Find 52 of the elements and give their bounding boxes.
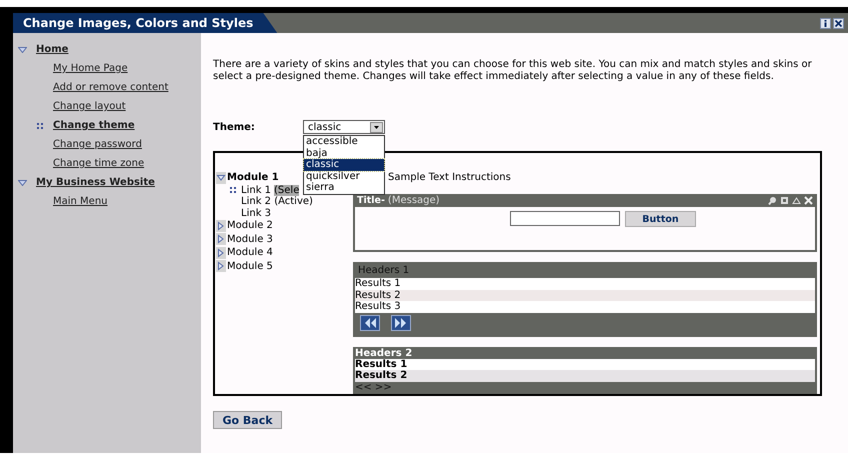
text-field[interactable] (510, 211, 620, 226)
sidebar-link[interactable]: Home (36, 44, 68, 55)
window-title: Change Images, Colors and Styles (13, 13, 278, 33)
next-page-icon[interactable] (391, 314, 411, 330)
tree-item[interactable]: Module 5 (227, 260, 273, 272)
close-icon[interactable] (833, 18, 844, 28)
button[interactable]: Button (625, 211, 696, 227)
collapsed-arrow-icon[interactable] (216, 246, 226, 259)
collapsed-arrow-icon[interactable] (216, 220, 226, 232)
collapsed-arrow-icon[interactable] (216, 233, 226, 246)
table-cell: Results 3 (355, 301, 815, 312)
dropdown-option[interactable]: sierra (304, 182, 384, 194)
tree-item[interactable]: Module 3 (227, 234, 273, 245)
tree-item[interactable]: Module 2 (227, 220, 273, 232)
tree-link[interactable]: Link 2 (Active) (241, 196, 313, 208)
dropdown-option[interactable]: quicksilver (304, 170, 384, 182)
tree-link[interactable]: Link 1 (241, 184, 272, 196)
expanded-arrow-icon[interactable] (216, 172, 226, 184)
sidebar-link[interactable]: Change layout (53, 101, 126, 112)
table-cell: Results 1 (355, 358, 815, 370)
sidebar-link[interactable]: My Business Website (36, 177, 155, 188)
table-header: Headers 2 (355, 346, 414, 358)
table-cell: Results 2 (355, 370, 815, 382)
dropdown-option[interactable]: classic (304, 159, 384, 170)
table-header: Headers 1 (357, 264, 410, 278)
dropdown-option[interactable]: baja (304, 148, 384, 159)
selected-tag: (Sele (274, 184, 300, 196)
theme-dropdown[interactable]: classic (303, 120, 385, 134)
theme-label: Theme: (213, 122, 256, 132)
previous-page-icon[interactable] (360, 314, 380, 330)
tree-item[interactable]: Module 4 (227, 247, 273, 258)
table-cell: Results 2 (355, 290, 815, 301)
info-icon[interactable] (820, 18, 831, 28)
sidebar-link[interactable]: My Home Page (53, 63, 128, 74)
maximize-icon[interactable] (780, 196, 789, 205)
expanded-arrow-icon[interactable] (18, 46, 27, 52)
table-cell: Results 1 (355, 278, 815, 290)
portlet-title: Title- (357, 195, 385, 206)
dropdown-option[interactable]: accessible (304, 136, 384, 148)
sidebar-link[interactable]: Main Menu (53, 196, 108, 207)
go-back-button[interactable]: Go Back (213, 411, 282, 429)
sidebar-link[interactable]: Add or remove content (53, 82, 168, 93)
minimize-icon[interactable] (792, 196, 801, 205)
collapsed-arrow-icon[interactable] (216, 260, 226, 272)
description-text: There are a variety of skins and styles that you can choose for this web site. You can mix and match styles and skins or select a pre-designed theme. Changes will take effect immediately after selecting a value in any of these fields. (213, 59, 813, 82)
sidebar-link[interactable]: Change password (53, 139, 142, 150)
portlet-subtitle: (Message) (388, 195, 440, 206)
sidebar-link[interactable]: Change theme (53, 120, 135, 131)
tree-link[interactable]: Link 3 (241, 208, 272, 219)
tree-item[interactable]: Module 1 (227, 172, 279, 184)
expanded-arrow-icon[interactable] (18, 180, 27, 186)
sidebar-link[interactable]: Change time zone (53, 158, 144, 169)
